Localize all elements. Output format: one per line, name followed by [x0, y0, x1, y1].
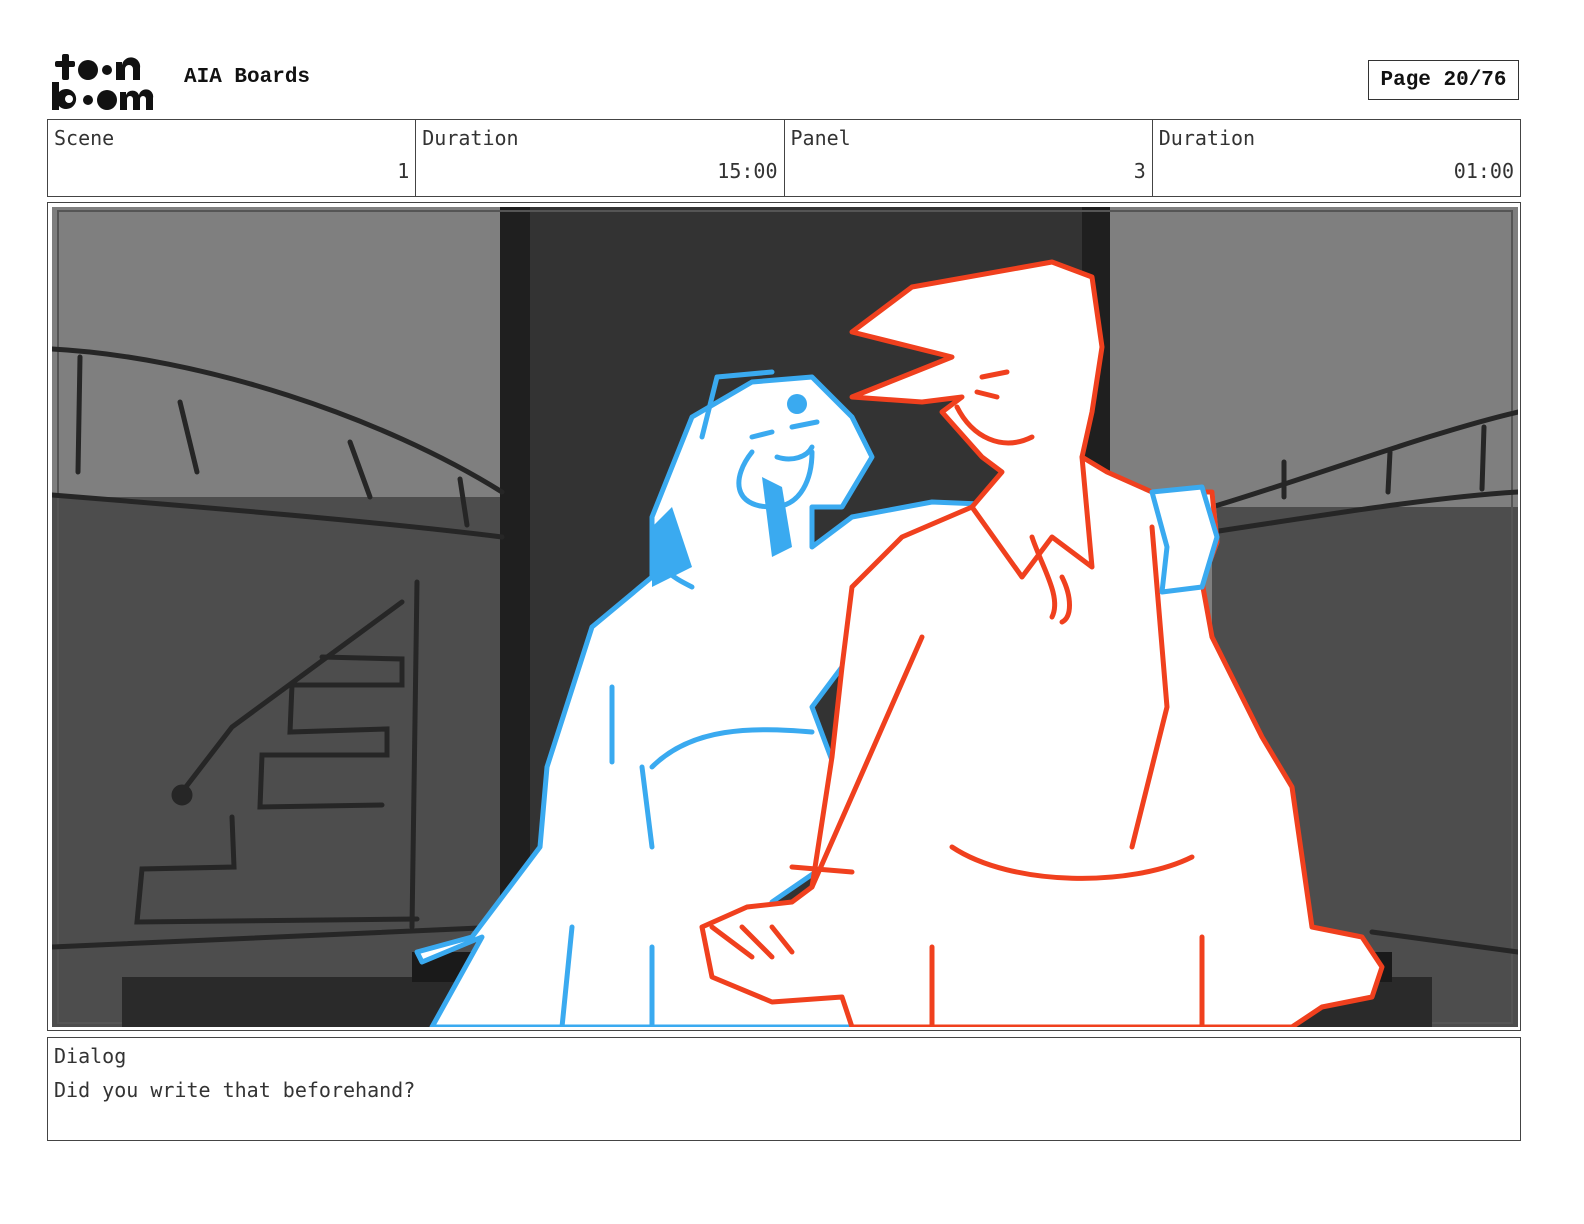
storyboard-panel-drawing: [52, 207, 1518, 1027]
toonboom-logo: [52, 54, 154, 110]
dialog-text: Did you write that beforehand?: [54, 1078, 416, 1102]
page-indicator: Page 20/76: [1368, 60, 1519, 100]
scene-label: Scene: [54, 126, 115, 150]
project-title: AIA Boards: [184, 66, 311, 89]
scene-value: 1: [397, 159, 410, 183]
dialog-label: Dialog: [54, 1044, 127, 1068]
panel-cell: Panel 3: [785, 120, 1153, 196]
scene-duration-value: 15:00: [717, 159, 778, 183]
panel-value: 3: [1133, 159, 1146, 183]
panel-label: Panel: [790, 126, 851, 150]
panel-duration-value: 01:00: [1453, 159, 1514, 183]
dialog-box: Dialog Did you write that beforehand?: [47, 1037, 1521, 1141]
panel-duration-cell: Duration 01:00: [1153, 120, 1520, 196]
panel-info-row: Scene 1 Duration 15:00 Panel 3 Duration …: [47, 119, 1521, 197]
panel-duration-label: Duration: [1158, 126, 1256, 150]
scene-duration-label: Duration: [422, 126, 519, 150]
scene-cell: Scene 1: [48, 120, 417, 196]
scene-duration-cell: Duration 15:00: [416, 120, 785, 196]
